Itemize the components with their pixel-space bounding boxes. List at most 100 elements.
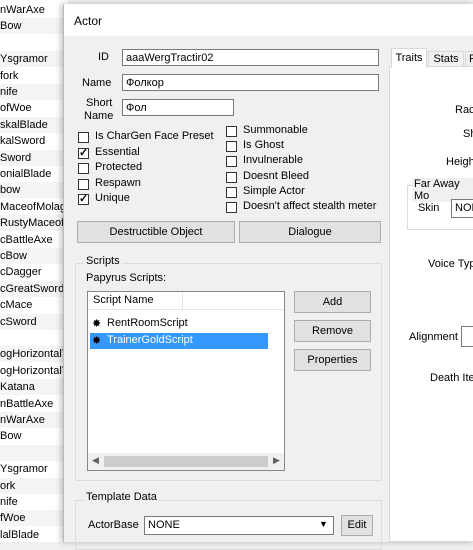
checkbox[interactable] (78, 178, 89, 190)
background-list-item[interactable]: lalBlade (0, 527, 68, 543)
background-list-item[interactable]: kalSword (0, 133, 68, 149)
script-icon: ✸ (92, 335, 102, 347)
checkbox-label[interactable]: Unique (95, 192, 130, 204)
background-list-item[interactable]: Ysgramor (0, 461, 68, 477)
background-list-item[interactable]: nife (0, 494, 68, 510)
checkbox[interactable] (78, 132, 89, 143)
actorbase-dropdown[interactable]: NONE ▼ (144, 516, 334, 535)
background-list-item[interactable] (0, 35, 68, 51)
background-list-item[interactable]: fWoe (0, 510, 68, 527)
short-name-label-line1: Short (86, 97, 113, 109)
checkbox-label[interactable]: Doesn't affect stealth meter (243, 200, 376, 212)
background-list-item[interactable]: ogHorizontalT (0, 346, 68, 363)
skin-label: Skin (418, 202, 440, 214)
checkbox[interactable] (226, 171, 237, 183)
script-list-hscrollbar[interactable]: ◀ ▶ (88, 453, 284, 470)
background-list-item[interactable]: ork (0, 477, 68, 494)
add-script-button[interactable]: Add (294, 291, 371, 313)
background-list-item[interactable]: cBow (0, 248, 68, 264)
background-list-item[interactable]: Ysgramor (0, 51, 68, 68)
background-list-item[interactable]: nWarAxe (0, 412, 68, 428)
checkbox-label[interactable]: Respawn (95, 177, 141, 189)
dialogue-button[interactable]: Dialogue (239, 221, 381, 243)
script-list[interactable]: Script Name ✸ RentRoomScript ✸ TrainerGoldS… (87, 291, 285, 471)
background-list-item[interactable]: Bow (0, 428, 68, 444)
checkbox-label[interactable]: Is CharGen Face Preset (95, 130, 214, 142)
edit-actorbase-button[interactable]: Edit (341, 515, 373, 536)
column-divider (182, 292, 183, 309)
background-object-list[interactable]: nWarAxe Bow Ysgramor fork nife ofWoe skalBlade… (0, 0, 68, 542)
destructible-object-button[interactable]: Destructible Object (77, 221, 235, 243)
background-list-item[interactable] (0, 330, 68, 346)
checkbox-label[interactable]: Essential (95, 146, 140, 158)
checkbox-label[interactable]: Invulnerable (243, 154, 303, 166)
checkbox-label[interactable]: Protected (95, 161, 142, 173)
template-data-title: Template Data (84, 491, 159, 503)
checkbox-label[interactable]: Summonable (243, 124, 308, 136)
actor-dialog: Actor ID aaaWergTractir02 Name Фолкор Sh… (63, 4, 473, 550)
name-field[interactable]: Фолкор (122, 74, 379, 91)
background-list-item[interactable]: nife (0, 84, 68, 100)
script-list-item[interactable]: ✸ RentRoomScript (90, 316, 268, 332)
id-field[interactable]: aaaWergTractir02 (122, 49, 379, 66)
script-name-column-header[interactable]: Script Name (93, 294, 154, 306)
background-list-item[interactable]: bow (0, 182, 68, 199)
properties-button[interactable]: Properties (294, 349, 371, 371)
background-list-item[interactable]: Sword (0, 149, 68, 166)
scripts-group-title: Scripts (84, 255, 122, 267)
background-list-item[interactable]: cGreatSword (0, 280, 68, 297)
background-list-item[interactable]: cSword (0, 313, 68, 330)
checkbox-label[interactable]: Is Ghost (243, 139, 284, 151)
checkbox[interactable] (78, 146, 89, 159)
skin-dropdown[interactable]: NON (451, 199, 473, 218)
checkbox[interactable] (226, 141, 237, 153)
background-list-item[interactable]: Katana (0, 379, 68, 396)
scroll-left-icon[interactable]: ◀ (92, 455, 99, 466)
background-list-item[interactable]: cBattleAxe (0, 232, 68, 248)
tab-traits[interactable]: Traits (391, 48, 427, 68)
checkbox[interactable] (78, 163, 89, 175)
checkbox[interactable] (226, 156, 237, 168)
background-list-item[interactable]: ogHorizontalT (0, 363, 68, 379)
chevron-down-icon[interactable]: ▼ (319, 519, 328, 529)
background-list-item[interactable]: ofWoe (0, 100, 68, 116)
background-list-item[interactable]: nBattleAxe (0, 396, 68, 412)
checkbox-label[interactable]: Doesnt Bleed (243, 170, 309, 182)
id-label: ID (98, 51, 109, 63)
title-bar[interactable]: Actor (64, 4, 473, 36)
background-list-item[interactable]: cMace (0, 297, 68, 313)
actorbase-value: NONE (148, 519, 180, 531)
background-list-item[interactable]: Bow (0, 18, 68, 35)
background-list-item[interactable]: skalBlade (0, 116, 68, 133)
script-list-item[interactable]: ✸ TrainerGoldScript (90, 333, 268, 349)
background-list-item[interactable]: nWarAxe (0, 2, 68, 18)
remove-script-button[interactable]: Remove (294, 320, 371, 342)
sh-label: Sh (463, 128, 473, 140)
actorbase-label: ActorBase (88, 519, 139, 531)
background-list-item[interactable]: onialBlade (0, 166, 68, 182)
checkbox[interactable] (226, 202, 237, 213)
traits-panel (389, 66, 473, 542)
script-list-header[interactable]: Script Name (88, 292, 284, 310)
background-list-item[interactable]: fork (0, 68, 68, 84)
scroll-right-icon[interactable]: ▶ (273, 455, 280, 466)
tab-faces[interactable]: Fa (465, 51, 473, 67)
height-label: Heigh (446, 156, 473, 168)
checkbox[interactable] (78, 192, 89, 206)
scrollbar-thumb[interactable] (104, 456, 268, 467)
window-title: Actor (74, 14, 103, 28)
checkbox[interactable] (226, 126, 237, 137)
checkbox[interactable] (226, 186, 237, 198)
checkbox-label[interactable]: Simple Actor (243, 185, 305, 197)
background-list-item[interactable] (0, 444, 68, 461)
papyrus-scripts-label: Papyrus Scripts: (86, 272, 167, 284)
voice-type-label: Voice Typ (428, 258, 473, 270)
alignment-label: Alignment (409, 331, 458, 343)
alignment-dropdown[interactable] (461, 326, 473, 347)
background-list-item[interactable]: MaceofMolagB (0, 199, 68, 215)
short-name-field[interactable]: Фол (122, 99, 234, 116)
tab-stats[interactable]: Stats (428, 51, 464, 67)
background-list-item[interactable]: cDagger (0, 264, 68, 280)
script-icon: ✸ (92, 318, 102, 330)
background-list-item[interactable]: RustyMaceofM (0, 215, 68, 232)
